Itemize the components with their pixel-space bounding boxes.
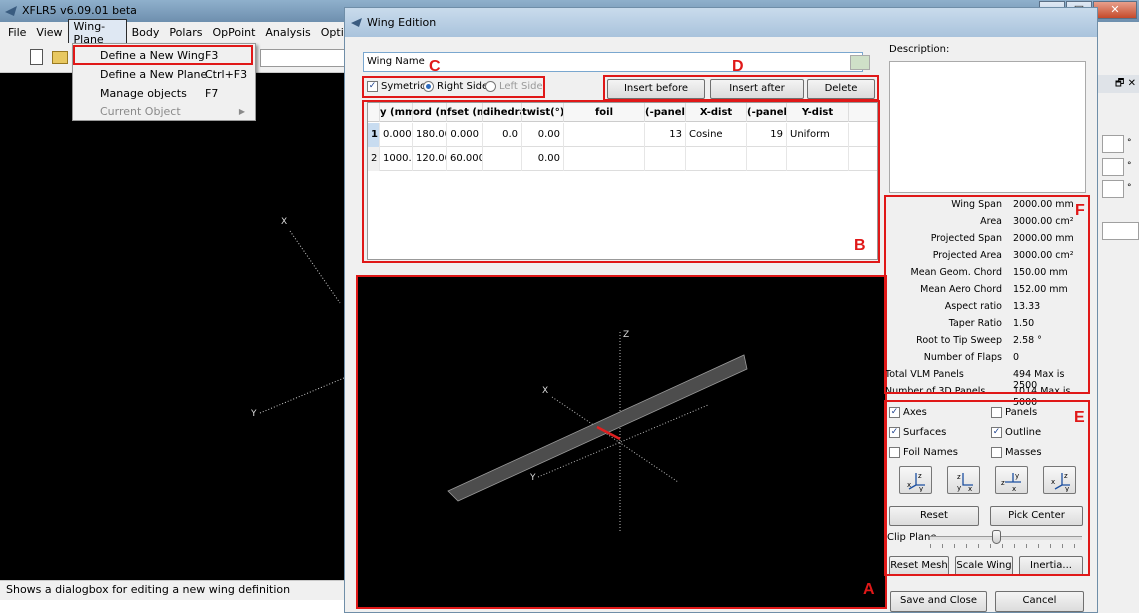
description-label: Description: [889, 44, 950, 55]
menu-item-manage-objects[interactable]: Manage objects F7 [73, 85, 255, 102]
main-view-y-axis [259, 377, 344, 414]
dialog-app-icon [351, 18, 362, 27]
menu-file[interactable]: File [3, 26, 31, 39]
menu-item-current-object[interactable]: Current Object ▶ [73, 103, 255, 120]
annotation-box-b [362, 100, 880, 263]
annotation-label-b: B [854, 237, 866, 254]
menu-analysis[interactable]: Analysis [260, 26, 315, 39]
menu-polars[interactable]: Polars [164, 26, 207, 39]
xflr5-app-icon [5, 6, 17, 16]
submenu-arrow-icon: ▶ [238, 107, 245, 116]
annotation-label-d: D [732, 58, 744, 75]
annotation-label-a: A [863, 581, 875, 598]
annotation-label-f: F [1075, 202, 1085, 219]
menu-body[interactable]: Body [127, 26, 165, 39]
cancel-button[interactable]: Cancel [995, 591, 1084, 612]
save-and-close-button[interactable]: Save and Close [890, 591, 987, 612]
dock-header-icon[interactable]: 🗗 ✕ [1098, 75, 1139, 93]
annotation-box-d [603, 75, 879, 101]
annotation-box-f [884, 195, 1090, 394]
dock-input-1[interactable] [1102, 135, 1124, 153]
main-view-x-label: X [281, 217, 287, 227]
right-dock-panel: 🗗 ✕ ° ° ° [1098, 22, 1139, 613]
annotation-box-a [356, 275, 887, 609]
bottom-strip [0, 600, 344, 613]
menubar: File View Wing-Plane Body Polars OpPoint… [0, 18, 360, 47]
description-textarea[interactable] [889, 61, 1086, 193]
dock-input-3[interactable] [1102, 180, 1124, 198]
dock-input-4[interactable] [1102, 222, 1139, 240]
annotation-box-c [362, 76, 545, 98]
dock-input-2[interactable] [1102, 158, 1124, 176]
wing-edition-dialog: Wing Edition Wing Name ✓ Symetric Right S… [344, 7, 1098, 613]
highlight-define-new-wing [73, 45, 253, 65]
dialog-title: Wing Edition [367, 16, 437, 29]
menu-item-define-new-plane[interactable]: Define a New Plane Ctrl+F3 [73, 66, 255, 83]
main-3d-view[interactable]: X Y [0, 73, 344, 580]
annotation-box-e [884, 400, 1090, 576]
dialog-titlebar: Wing Edition [345, 8, 1097, 37]
menu-oppoint[interactable]: OpPoint [207, 26, 260, 39]
wing-color-button[interactable] [850, 55, 870, 70]
close-button[interactable]: ✕ [1093, 1, 1137, 19]
annotation-label-c: C [429, 58, 441, 75]
annotation-label-e: E [1074, 409, 1085, 426]
main-view-y-label: Y [250, 409, 257, 419]
main-view-x-axis [289, 230, 341, 304]
open-folder-icon[interactable] [52, 51, 68, 64]
new-document-icon[interactable] [30, 49, 43, 65]
main-window-title: XFLR5 v6.09.01 beta [22, 4, 137, 17]
status-bar: Shows a dialogbox for editing a new wing… [0, 580, 344, 600]
menu-view[interactable]: View [31, 26, 67, 39]
